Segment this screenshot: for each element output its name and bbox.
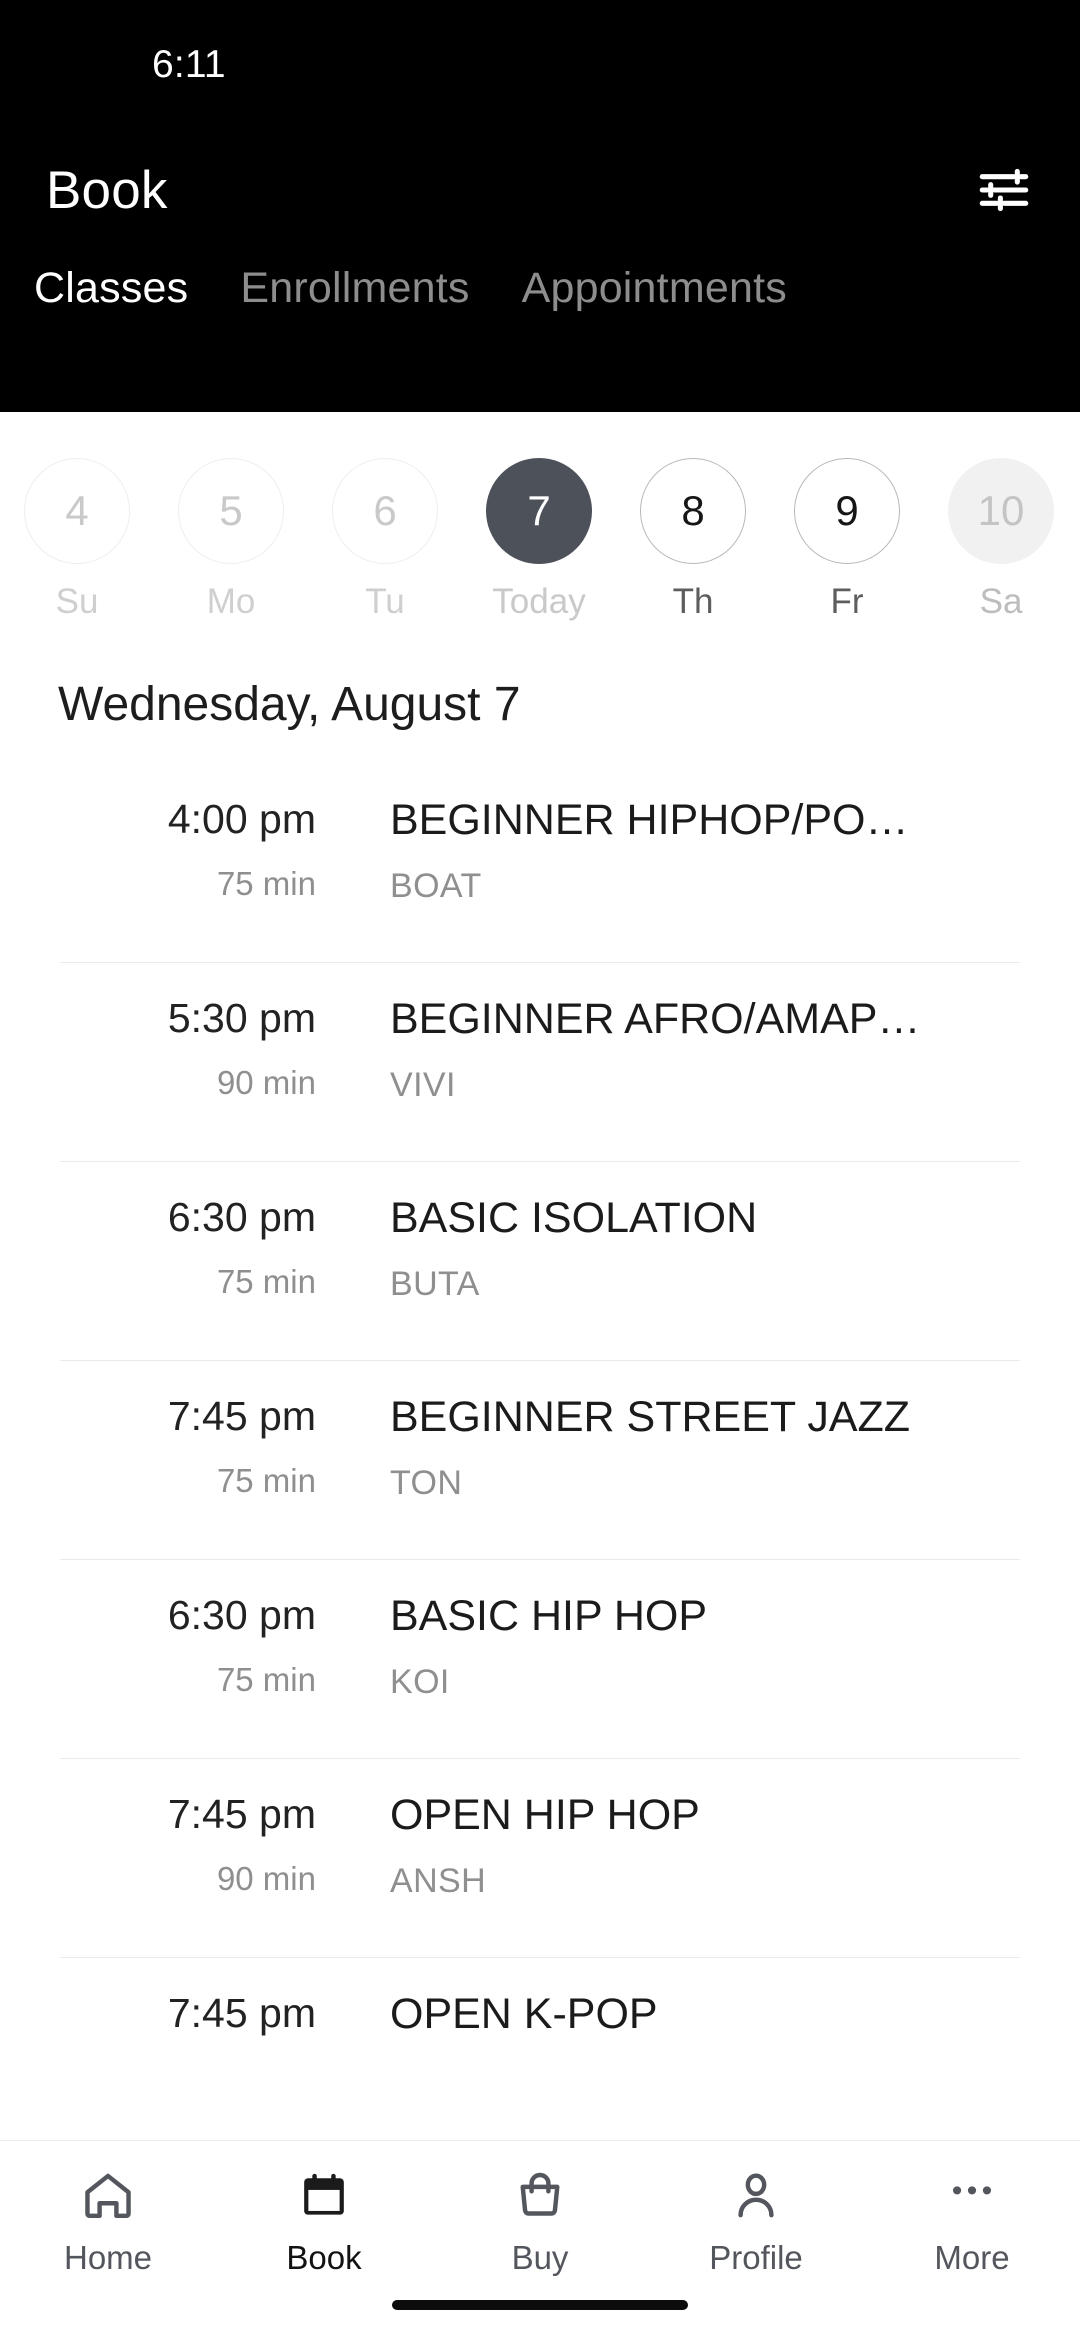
class-info-column: OPEN HIP HOP ANSH [340, 1791, 1020, 1901]
class-time-column: 7:45 pm 90 min [60, 1791, 340, 1898]
date-weekday-10: Sa [979, 582, 1023, 621]
date-weekday-8: Th [672, 582, 714, 621]
class-time: 7:45 pm [167, 1990, 316, 2036]
date-weekday-9: Fr [830, 582, 864, 621]
app-screen: 6:11 Book Classes Enrollments Appointmen… [0, 0, 1080, 2340]
nav-item-more[interactable]: More [864, 2167, 1080, 2277]
class-row[interactable]: 7:45 pm OPEN K-POP [60, 1958, 1020, 2140]
class-row[interactable]: 7:45 pm 90 min OPEN HIP HOP ANSH [60, 1759, 1020, 1958]
ellipsis-icon [943, 2167, 1001, 2225]
nav-label-profile: Profile [709, 2239, 803, 2276]
date-weekday-5: Mo [206, 582, 256, 621]
class-time: 4:00 pm [167, 796, 316, 842]
class-name: OPEN HIP HOP [390, 1791, 700, 1839]
class-name: BEGINNER STREET JAZZ [390, 1393, 911, 1441]
date-number-6: 6 [332, 458, 438, 564]
bottom-navigation: Home Book Buy Profile More [0, 2140, 1080, 2340]
status-bar-clock: 6:11 [152, 43, 226, 86]
title-bar: Book [0, 130, 1080, 250]
class-name: BEGINNER HIPHOP/PO… [390, 796, 909, 844]
home-icon [79, 2167, 137, 2225]
nav-label-home: Home [63, 2239, 153, 2276]
class-time-column: 6:30 pm 75 min [60, 1194, 340, 1301]
selected-date-heading: Wednesday, August 7 [58, 677, 521, 731]
calendar-icon [295, 2167, 353, 2225]
class-time-column: 4:00 pm 75 min [60, 796, 340, 903]
date-cell-4[interactable]: 4 Su [0, 458, 154, 622]
date-cell-7-today[interactable]: 7 Today [462, 458, 616, 622]
class-name: BASIC ISOLATION [390, 1194, 758, 1242]
class-info-column: BASIC HIP HOP KOI [340, 1592, 1020, 1702]
status-bar: 6:11 [0, 0, 1080, 130]
class-name: OPEN K-POP [390, 1990, 658, 2038]
date-cell-10[interactable]: 10 Sa [924, 458, 1078, 622]
class-instructor: TON [390, 1464, 463, 1503]
person-icon [727, 2167, 785, 2225]
date-number-4: 4 [24, 458, 130, 564]
date-weekday-4: Su [55, 582, 99, 621]
class-duration: 75 min [216, 1661, 316, 1699]
date-weekday-today: Today [492, 582, 586, 621]
class-time: 7:45 pm [167, 1791, 316, 1837]
class-time-column: 6:30 pm 75 min [60, 1592, 340, 1699]
class-info-column: BEGINNER STREET JAZZ TON [340, 1393, 1020, 1503]
class-duration: 90 min [216, 1064, 316, 1102]
class-duration: 75 min [216, 865, 316, 903]
class-instructor: BUTA [390, 1265, 480, 1304]
date-weekday-6: Tu [365, 582, 405, 621]
date-cell-5[interactable]: 5 Mo [154, 458, 308, 622]
class-duration: 75 min [216, 1263, 316, 1301]
class-duration: 75 min [216, 1462, 316, 1500]
home-indicator [392, 2300, 688, 2310]
class-time: 5:30 pm [167, 995, 316, 1041]
date-cell-9[interactable]: 9 Fr [770, 458, 924, 622]
class-time: 6:30 pm [167, 1194, 316, 1240]
bag-icon [511, 2167, 569, 2225]
nav-item-book[interactable]: Book [216, 2167, 432, 2277]
class-duration: 90 min [216, 1860, 316, 1898]
class-instructor: ANSH [390, 1862, 487, 1901]
class-name: BASIC HIP HOP [390, 1592, 708, 1640]
class-row[interactable]: 6:30 pm 75 min BASIC HIP HOP KOI [60, 1560, 1020, 1759]
class-list[interactable]: 4:00 pm 75 min BEGINNER HIPHOP/PO… BOAT … [0, 764, 1080, 2140]
nav-label-buy: Buy [511, 2239, 569, 2276]
date-number-9: 9 [794, 458, 900, 564]
tab-bar: Classes Enrollments Appointments [0, 250, 1080, 313]
class-row[interactable]: 4:00 pm 75 min BEGINNER HIPHOP/PO… BOAT [60, 764, 1020, 963]
nav-label-book: Book [286, 2239, 362, 2276]
tab-enrollments[interactable]: Enrollments [240, 264, 499, 313]
class-instructor: VIVI [390, 1066, 456, 1105]
filter-icon[interactable] [972, 161, 1036, 219]
class-name: BEGINNER AFRO/AMAP… [390, 995, 921, 1043]
class-instructor: BOAT [390, 867, 482, 906]
date-cell-8[interactable]: 8 Th [616, 458, 770, 622]
class-time: 6:30 pm [167, 1592, 316, 1638]
nav-label-more: More [934, 2239, 1010, 2276]
nav-item-profile[interactable]: Profile [648, 2167, 864, 2277]
class-time: 7:45 pm [167, 1393, 316, 1439]
class-time-column: 5:30 pm 90 min [60, 995, 340, 1102]
class-info-column: BEGINNER AFRO/AMAP… VIVI [340, 995, 1020, 1105]
class-row[interactable]: 7:45 pm 75 min BEGINNER STREET JAZZ TON [60, 1361, 1020, 1560]
date-cell-6[interactable]: 6 Tu [308, 458, 462, 622]
class-time-column: 7:45 pm 75 min [60, 1393, 340, 1500]
class-info-column: OPEN K-POP [340, 1990, 1020, 2061]
class-row[interactable]: 6:30 pm 75 min BASIC ISOLATION BUTA [60, 1162, 1020, 1361]
app-header: 6:11 Book Classes Enrollments Appointmen… [0, 0, 1080, 412]
page-title: Book [46, 160, 168, 220]
class-info-column: BASIC ISOLATION BUTA [340, 1194, 1020, 1304]
class-instructor: KOI [390, 1663, 450, 1702]
class-row[interactable]: 5:30 pm 90 min BEGINNER AFRO/AMAP… VIVI [60, 963, 1020, 1162]
date-number-5: 5 [178, 458, 284, 564]
date-selector[interactable]: 4 Su 5 Mo 6 Tu 7 Today 8 Th 9 Fr 10 Sa [0, 412, 1080, 644]
class-time-column: 7:45 pm [60, 1990, 340, 2059]
tab-appointments[interactable]: Appointments [522, 264, 817, 313]
class-info-column: BEGINNER HIPHOP/PO… BOAT [340, 796, 1020, 906]
nav-item-home[interactable]: Home [0, 2167, 216, 2277]
nav-item-buy[interactable]: Buy [432, 2167, 648, 2277]
date-number-10: 10 [948, 458, 1054, 564]
date-number-7: 7 [486, 458, 592, 564]
tab-classes[interactable]: Classes [34, 264, 218, 313]
date-number-8: 8 [640, 458, 746, 564]
